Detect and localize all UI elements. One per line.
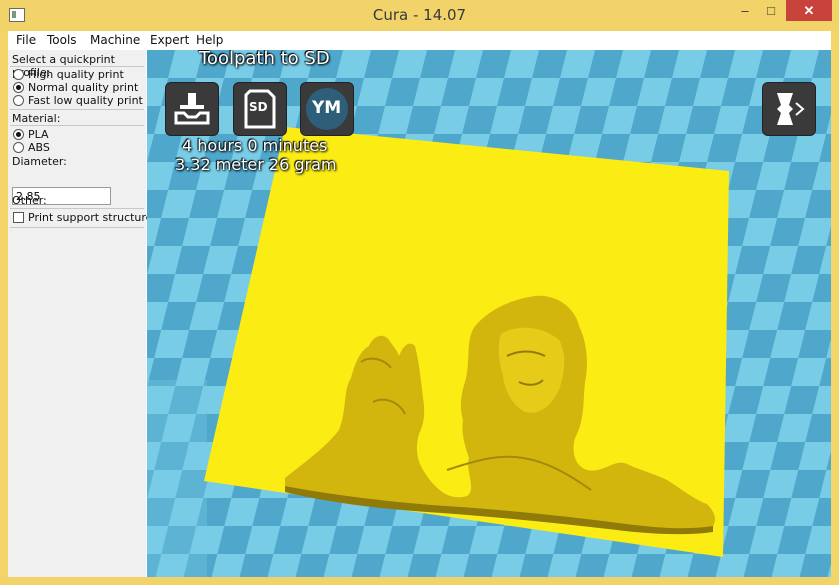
- checkbox-label: Print support structure: [28, 211, 153, 224]
- settings-sidebar: Select a quickprint profile: High qualit…: [8, 50, 152, 577]
- radio-indicator[interactable]: [13, 142, 24, 153]
- divider: [10, 125, 144, 126]
- window-frame-bottom: [0, 577, 839, 585]
- divider: [10, 66, 144, 67]
- maximize-button[interactable]: □: [758, 0, 784, 21]
- divider: [10, 109, 144, 110]
- other-section-label: Other:: [12, 194, 47, 207]
- save-to-sd-button[interactable]: SD: [233, 82, 287, 136]
- view-mode-button[interactable]: [762, 82, 816, 136]
- radio-label: Fast low quality print: [28, 94, 143, 107]
- radio-label: Normal quality print: [28, 81, 139, 94]
- sd-label: SD: [249, 100, 268, 114]
- window-body: File Tools Machine Expert Help Select a …: [8, 31, 831, 577]
- radio-label: ABS: [28, 141, 50, 154]
- radio-label: PLA: [28, 128, 49, 141]
- radio-indicator[interactable]: [13, 69, 24, 80]
- title-bar: Cura - 14.07 – □ ✕: [0, 0, 839, 31]
- minimize-button[interactable]: –: [732, 0, 758, 21]
- diameter-label: Diameter:: [12, 155, 67, 168]
- view-mode-icon: [777, 93, 805, 125]
- checkbox-indicator[interactable]: [13, 212, 24, 223]
- youmagine-share-button[interactable]: YM: [300, 82, 354, 136]
- load-icon: [174, 93, 210, 125]
- material-section-label: Material:: [12, 112, 61, 125]
- menu-expert[interactable]: Expert: [150, 33, 189, 47]
- radio-label: High quality print: [28, 68, 124, 81]
- toolpath-title: Toolpath to SD: [199, 50, 330, 69]
- radio-indicator[interactable]: [13, 82, 24, 93]
- print-material: 3.32 meter 26 gram: [175, 155, 337, 174]
- window-title: Cura - 14.07: [372, 6, 467, 24]
- radio-indicator[interactable]: [13, 129, 24, 140]
- menu-help[interactable]: Help: [196, 33, 223, 47]
- menu-tools[interactable]: Tools: [47, 33, 77, 47]
- menu-bar: File Tools Machine Expert Help: [8, 31, 831, 50]
- menu-file[interactable]: File: [16, 33, 36, 47]
- close-button[interactable]: ✕: [786, 0, 832, 21]
- radio-indicator[interactable]: [13, 95, 24, 106]
- ym-label: YM: [312, 98, 342, 118]
- 3d-viewport[interactable]: Toolpath to SD SD YM 4 hours 0 minutes 3…: [147, 50, 831, 577]
- divider: [10, 208, 144, 209]
- divider: [10, 227, 144, 228]
- print-time: 4 hours 0 minutes: [182, 136, 328, 155]
- menu-machine[interactable]: Machine: [90, 33, 140, 47]
- load-model-button[interactable]: [165, 82, 219, 136]
